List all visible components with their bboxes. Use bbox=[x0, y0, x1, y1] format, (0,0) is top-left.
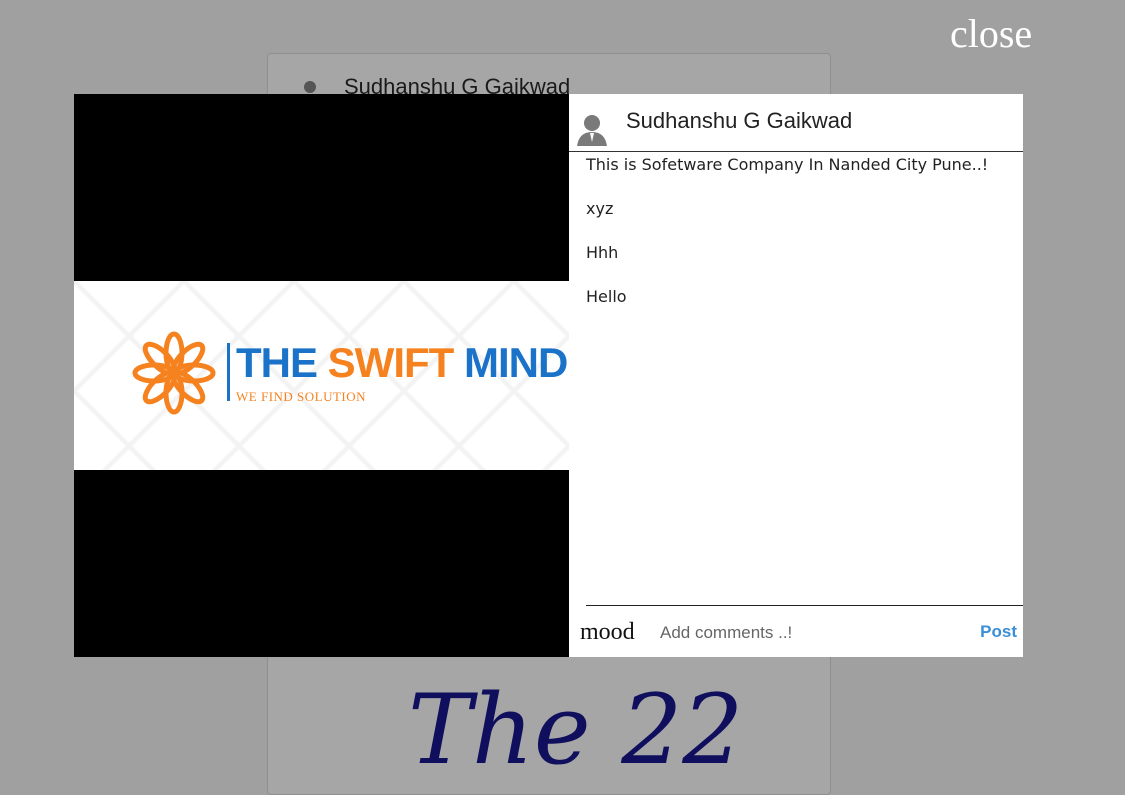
comment-input[interactable] bbox=[658, 618, 962, 648]
flower-logo-icon bbox=[132, 331, 216, 415]
comment-list: This is Sofetware Company In Nanded City… bbox=[586, 155, 1016, 331]
author-name[interactable]: Sudhanshu G Gaikwad bbox=[626, 108, 852, 134]
logo-title-swift: SWIFT bbox=[327, 339, 455, 386]
post-button[interactable]: Post bbox=[980, 622, 1017, 642]
mood-button[interactable]: mood bbox=[580, 619, 635, 646]
post-media: THE SWIFT MIND WE FIND SOLUTION bbox=[74, 94, 569, 657]
comment-item: Hhh bbox=[586, 243, 619, 262]
logo-title-mind: MIND bbox=[453, 339, 568, 386]
logo-subtitle: WE FIND SOLUTION bbox=[236, 389, 367, 404]
logo-title-the: THE bbox=[236, 339, 328, 386]
post-header: Sudhanshu G Gaikwad bbox=[569, 94, 1023, 152]
comment-item: This is Sofetware Company In Nanded City… bbox=[586, 155, 989, 174]
post-modal: THE SWIFT MIND WE FIND SOLUTION Sudhansh… bbox=[74, 94, 1023, 657]
post-side-panel: Sudhanshu G Gaikwad This is Sofetware Co… bbox=[569, 94, 1023, 657]
logo-divider bbox=[227, 343, 230, 401]
avatar-icon[interactable] bbox=[577, 114, 607, 146]
post-image: THE SWIFT MIND WE FIND SOLUTION bbox=[74, 281, 569, 470]
comment-item: xyz bbox=[586, 199, 614, 218]
logo-title: THE SWIFT MIND bbox=[236, 339, 568, 387]
comment-item: Hello bbox=[586, 287, 627, 306]
comment-form: mood Post bbox=[580, 605, 1023, 658]
close-button[interactable]: close bbox=[950, 10, 1032, 57]
